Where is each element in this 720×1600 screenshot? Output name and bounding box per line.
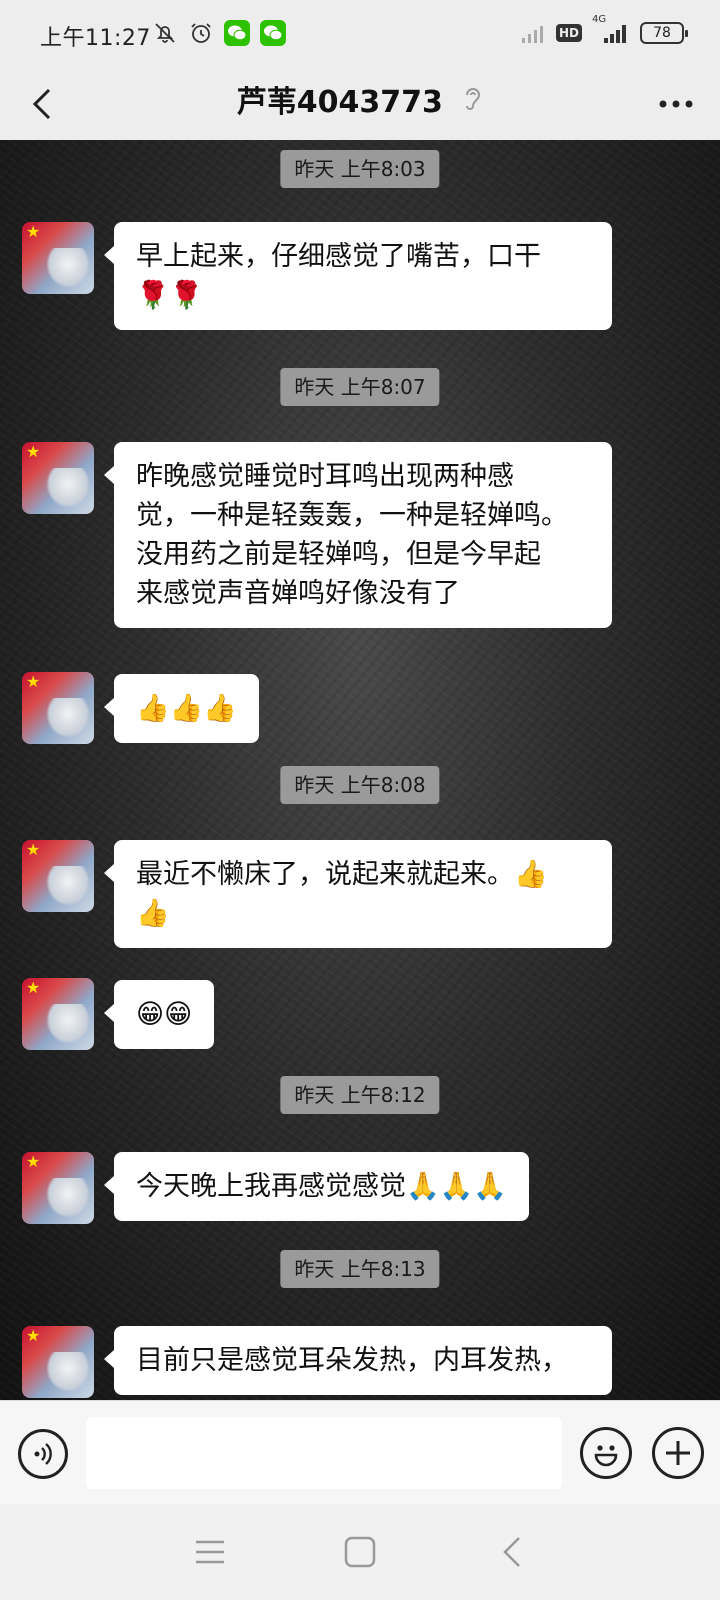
message-bubble[interactable]: 👍👍👍 [104, 674, 259, 743]
avatar[interactable]: ★ [22, 1152, 94, 1224]
message-bubble[interactable]: 昨晚感觉睡觉时耳鸣出现两种感 觉，一种是轻轰轰，一种是轻婵鸣。 没用药之前是轻婵… [104, 442, 612, 628]
avatar[interactable]: ★ [22, 1326, 94, 1398]
plus-icon [666, 1441, 690, 1465]
signal-weak-icon [520, 20, 546, 46]
menu-icon [196, 1540, 224, 1564]
nav-back-button[interactable] [488, 1528, 536, 1576]
message-line: 目前只是感觉耳朵发热，内耳发热， [136, 1345, 568, 1376]
timestamp: 昨天 上午8:03 [280, 150, 440, 188]
message-line: 最近不懒床了，说起来就起来。👍 [136, 859, 548, 890]
timestamp: 昨天 上午8:12 [280, 1076, 440, 1114]
more-button[interactable] [654, 82, 698, 126]
nav-home-button[interactable] [336, 1528, 384, 1576]
message-line: 来感觉声音婵鸣好像没有了 [136, 578, 460, 609]
message-bubble[interactable]: 目前只是感觉耳朵发热，内耳发热， [104, 1326, 612, 1395]
message-line: 👍👍👍 [136, 693, 237, 724]
message-line: 👍 [136, 898, 170, 929]
input-bar [0, 1400, 720, 1504]
wechat-notification-icon [260, 20, 286, 46]
avatar[interactable]: ★ [22, 442, 94, 514]
message-input[interactable] [86, 1417, 562, 1489]
battery-indicator: 78 [640, 22, 688, 44]
message-bubble[interactable]: 早上起来，仔细感觉了嘴苦，口干 🌹🌹 [104, 222, 612, 330]
ear-icon [463, 79, 483, 129]
voice-button[interactable] [18, 1429, 68, 1479]
home-icon [344, 1536, 376, 1568]
timestamp: 昨天 上午8:08 [280, 766, 440, 804]
message-bubble[interactable]: 😁😁 [103, 980, 215, 1049]
message-line: 今天晚上我再感觉感觉🙏🙏🙏 [136, 1171, 507, 1202]
wechat-notification-icon [224, 20, 250, 46]
chat-area[interactable]: 昨天 上午8:03 ★ 早上起来，仔细感觉了嘴苦，口干 🌹🌹 昨天 上午8:07… [0, 140, 720, 1400]
message-bubble[interactable]: 最近不懒床了，说起来就起来。👍 👍 [104, 840, 612, 948]
timestamp: 昨天 上午8:13 [280, 1250, 440, 1288]
avatar[interactable]: ★ [22, 672, 94, 744]
network-type-label: 4G [592, 14, 607, 25]
status-time: 上午11:27 [40, 26, 151, 51]
chat-title-wrap: 芦苇4043773 [0, 78, 720, 128]
message-line: 觉，一种是轻轰轰，一种是轻婵鸣。 [136, 500, 568, 531]
system-nav-bar [0, 1504, 720, 1600]
avatar[interactable]: ★ [22, 978, 94, 1050]
message-line: 昨晚感觉睡觉时耳鸣出现两种感 [136, 461, 514, 492]
timestamp: 昨天 上午8:07 [280, 368, 440, 406]
alarm-icon [188, 20, 214, 46]
mute-bell-icon [152, 20, 178, 46]
message-line: 早上起来，仔细感觉了嘴苦，口干 [136, 241, 541, 272]
voice-icon [34, 1443, 52, 1465]
message-bubble[interactable]: 今天晚上我再感觉感觉🙏🙏🙏 [104, 1152, 529, 1221]
emoji-button[interactable] [580, 1427, 632, 1479]
message-line: 没用药之前是轻婵鸣，但是今早起 [136, 539, 541, 570]
chat-title: 芦苇4043773 [236, 85, 443, 120]
status-bar: 上午11:27 HD 4G 78 [0, 0, 720, 68]
network-signal-icon: 4G [592, 14, 630, 46]
status-icons-right: HD 4G 78 [520, 14, 688, 46]
hd-badge: HD [555, 24, 582, 42]
status-icons-left [152, 20, 286, 46]
message-line: 😁😁 [136, 999, 193, 1030]
nav-back-icon [503, 1537, 520, 1567]
message-line: 🌹🌹 [136, 280, 204, 311]
more-dots-icon [659, 100, 693, 108]
plus-button[interactable] [652, 1427, 704, 1479]
nav-menu-button[interactable] [186, 1528, 234, 1576]
avatar[interactable]: ★ [22, 222, 94, 294]
emoji-icon [594, 1445, 618, 1467]
chat-header: 芦苇4043773 [0, 68, 720, 140]
avatar[interactable]: ★ [22, 840, 94, 912]
